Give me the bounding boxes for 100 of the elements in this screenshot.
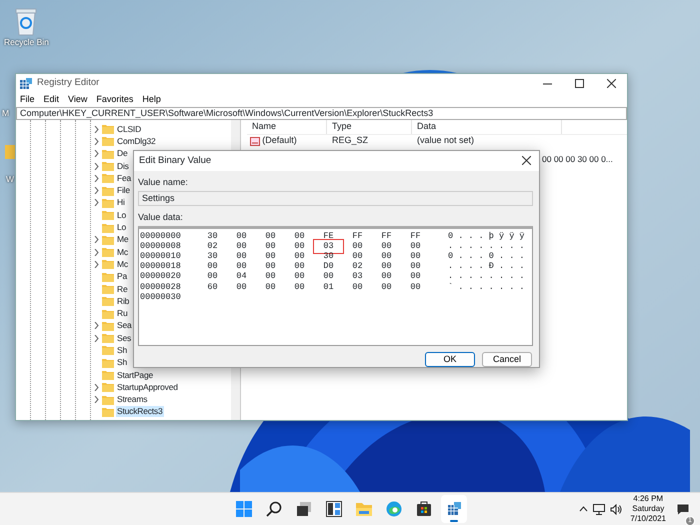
tree-item[interactable]: StuckRects3 <box>116 406 164 418</box>
tree-item[interactable]: StartPage <box>116 370 154 381</box>
hex-byte: 00 <box>293 260 306 272</box>
tree-item[interactable]: Lo <box>116 222 128 234</box>
notification-icon <box>677 504 689 514</box>
hex-byte: 00 <box>409 270 422 283</box>
hex-byte: 30 <box>206 230 219 242</box>
registry-icon <box>446 501 462 517</box>
hex-byte: 00 <box>380 260 393 272</box>
hex-byte: 00 <box>409 260 422 272</box>
tree-item[interactable]: ComDlg32 <box>116 136 157 147</box>
widgets-icon <box>326 501 342 517</box>
tree-item[interactable]: Mc <box>116 246 129 258</box>
hex-byte: 00 <box>264 230 277 242</box>
hex-byte: 00 <box>264 260 277 272</box>
hex-byte: 00 <box>380 280 393 294</box>
hex-byte: 00 <box>235 240 248 252</box>
column-header[interactable]: Type <box>327 120 412 134</box>
hex-byte: 00 <box>351 250 364 262</box>
hex-offset: 00000008 <box>140 240 182 252</box>
close-icon <box>522 156 530 166</box>
hex-byte: 00 <box>235 280 248 294</box>
clock[interactable]: 4:26 PM Saturday 7/10/2021 <box>627 494 669 524</box>
tree-item[interactable]: CLSID <box>116 124 142 135</box>
column-header[interactable]: Data <box>412 120 562 134</box>
hex-editor[interactable] <box>138 226 533 346</box>
tree-item[interactable]: Sh <box>116 344 128 356</box>
search-icon <box>266 501 282 517</box>
ascii-text: 0 . . . 0 . . . <box>448 250 525 262</box>
tree-item[interactable]: Sea <box>116 320 133 332</box>
task-view-icon <box>296 501 312 517</box>
hex-byte: 00 <box>380 270 393 283</box>
tree-item[interactable]: Sh <box>116 357 128 368</box>
hex-byte: 30 <box>206 250 219 262</box>
hex-byte: FE <box>322 230 335 242</box>
column-header[interactable]: Name <box>247 120 327 134</box>
tree-item[interactable]: Re <box>116 284 128 294</box>
ok-button[interactable]: OK <box>425 352 475 367</box>
tree-item[interactable]: Ru <box>116 308 128 320</box>
tree-item[interactable]: Me <box>116 234 130 246</box>
hex-byte: 00 <box>206 260 219 272</box>
tree-item[interactable]: Fea <box>116 172 132 184</box>
tree-item[interactable]: Lo <box>116 210 128 221</box>
menu-item[interactable]: File <box>20 93 35 107</box>
menu-item[interactable]: Edit <box>44 93 60 107</box>
hex-byte: 00 <box>264 270 277 283</box>
tree-item[interactable]: Pa <box>116 271 128 282</box>
chevron-up-icon[interactable] <box>579 506 588 512</box>
maximize-icon <box>574 79 584 88</box>
menu-item[interactable]: View <box>68 93 88 107</box>
hex-byte: 03 <box>314 240 343 253</box>
hex-byte: 00 <box>409 250 422 262</box>
hex-byte: 00 <box>293 280 306 294</box>
address-bar[interactable]: Computer\HKEY_CURRENT_USER\Software\Microsoft\Windows\CurrentVersion\Explorer\StuckRects3 <box>16 107 627 120</box>
tree-item[interactable]: StartupApproved <box>116 382 179 393</box>
hex-byte: 02 <box>351 260 364 272</box>
hex-offset: 00000018 <box>140 260 182 272</box>
tree-item[interactable]: Ses <box>116 332 132 344</box>
field-label: Value name: <box>138 176 189 189</box>
field-label: Value data: <box>138 210 184 224</box>
ascii-text: ` . . . . . . . <box>448 280 525 294</box>
hex-offset: 00000010 <box>140 250 182 262</box>
value-name-field[interactable]: Settings <box>138 191 533 206</box>
hex-byte: D0 <box>322 260 335 272</box>
hex-byte: 00 <box>351 240 364 252</box>
hex-byte: 00 <box>409 280 422 294</box>
hex-offset: 00000000 <box>140 230 182 242</box>
hex-byte: 02 <box>206 240 219 252</box>
hex-byte: 04 <box>235 270 248 283</box>
table-cell-text: (value not set) <box>416 134 474 148</box>
tree-item[interactable]: Dis <box>116 160 130 172</box>
hex-byte: 00 <box>235 230 248 242</box>
menu-item[interactable]: Help <box>142 93 161 107</box>
hex-byte: 00 <box>293 230 306 242</box>
tree-item[interactable]: File <box>116 185 131 196</box>
tree-item[interactable]: Streams <box>116 394 148 406</box>
string-value-icon <box>250 136 260 146</box>
hex-byte: 00 <box>235 250 248 262</box>
window-title: Registry Editor <box>37 76 100 90</box>
tree-item[interactable]: Mc <box>116 258 129 270</box>
hex-byte: 00 <box>322 270 335 283</box>
tree-item[interactable]: Hi <box>116 197 126 208</box>
volume-icon[interactable] <box>610 504 622 514</box>
tree-item[interactable]: De <box>116 148 128 160</box>
hex-byte: 00 <box>293 240 306 252</box>
hex-byte: 30 <box>322 250 335 262</box>
hex-byte: FF <box>409 230 422 242</box>
tree-item[interactable]: Rib <box>116 296 130 307</box>
hex-byte: 00 <box>409 240 422 252</box>
cancel-button[interactable]: Cancel <box>482 352 532 367</box>
menu-item[interactable]: Favorites <box>96 93 134 107</box>
network-icon[interactable] <box>593 504 606 514</box>
ascii-text: . . . . . . . . <box>448 240 525 252</box>
ascii-text: 0 . . . þ ÿ ÿ ÿ <box>448 230 525 242</box>
registry-icon <box>20 78 32 90</box>
hex-byte: 00 <box>264 250 277 262</box>
hex-byte: 60 <box>206 280 219 294</box>
table-cell: 00 00 00 30 00 0... <box>542 153 613 166</box>
hex-byte: 03 <box>351 270 364 283</box>
hex-byte: 00 <box>264 280 277 294</box>
